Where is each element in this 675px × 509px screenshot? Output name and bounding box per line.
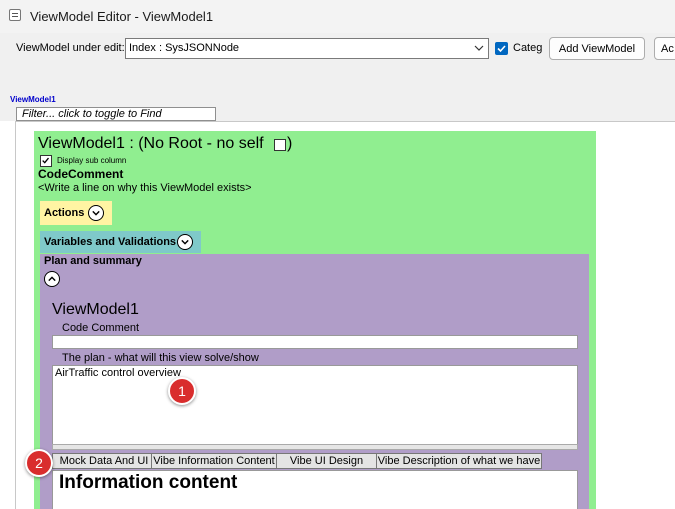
checkmark-icon [497, 45, 506, 53]
tab-information-content[interactable]: Vibe Information Content [151, 453, 277, 469]
display-sub-column-checkbox[interactable] [40, 155, 52, 167]
categ-checkbox[interactable] [495, 42, 508, 55]
plan-purpose-label: The plan - what will this view solve/sho… [62, 352, 259, 364]
information-content-heading: Information content [59, 472, 238, 493]
horizontal-scrollbar[interactable] [52, 444, 578, 450]
no-self-checkbox[interactable] [274, 139, 286, 151]
plan-viewmodel-title: ViewModel1 [52, 301, 139, 318]
tab-vibe-description[interactable]: Vibe Description of what we have [376, 453, 542, 469]
tab-strip: Mock Data And UI Vibe Information Conten… [52, 453, 542, 469]
window-title: ViewModel Editor - ViewModel1 [30, 9, 214, 24]
actions-button[interactable]: Ac [654, 37, 675, 60]
viewmodel-label: ViewModel under edit: [16, 42, 125, 54]
viewmodel-heading: ViewModel1 : (No Root - no self [38, 135, 264, 152]
checkmark-icon [42, 157, 50, 164]
categ-label: Categ [513, 42, 543, 54]
viewmodel-link[interactable]: ViewModel1 [10, 95, 56, 104]
viewmodel-heading-close: ) [287, 135, 293, 152]
annotation-marker-1: 1 [168, 377, 196, 405]
plan-code-comment-input[interactable] [52, 335, 578, 349]
viewmodel-select[interactable]: Index : SysJSONNode [125, 38, 489, 59]
variables-expand-button[interactable] [177, 234, 193, 250]
plan-collapse-button[interactable] [44, 271, 60, 287]
chevron-down-icon [92, 210, 100, 216]
plan-label: Plan and summary [44, 255, 142, 267]
viewmodel-select-value: Index : SysJSONNode [129, 42, 240, 54]
annotation-marker-2: 2 [25, 449, 53, 477]
variables-label: Variables and Validations [44, 236, 177, 248]
window-icon [9, 9, 21, 21]
actions-expand-button[interactable] [88, 205, 104, 221]
add-viewmodel-button[interactable]: Add ViewModel [549, 37, 645, 60]
tab-ui-design[interactable]: Vibe UI Design [276, 453, 377, 469]
chevron-down-icon [474, 45, 484, 51]
plan-purpose-textarea[interactable]: AirTraffic control overview [52, 365, 578, 445]
chevron-down-icon [181, 239, 189, 245]
filter-input[interactable]: Filter... click to toggle to Find [16, 107, 216, 121]
information-content-panel: Information content [52, 470, 578, 509]
plan-purpose-text: AirTraffic control overview [55, 367, 181, 379]
display-sub-column-label: Display sub column [57, 156, 127, 165]
actions-label: Actions [44, 207, 85, 219]
codecomment-label: CodeComment [38, 167, 124, 181]
plan-code-comment-label: Code Comment [62, 322, 140, 334]
tab-mock-data[interactable]: Mock Data And UI [52, 453, 152, 469]
codecomment-text[interactable]: <Write a line on why this ViewModel exis… [38, 182, 252, 194]
chevron-up-icon [48, 276, 56, 282]
